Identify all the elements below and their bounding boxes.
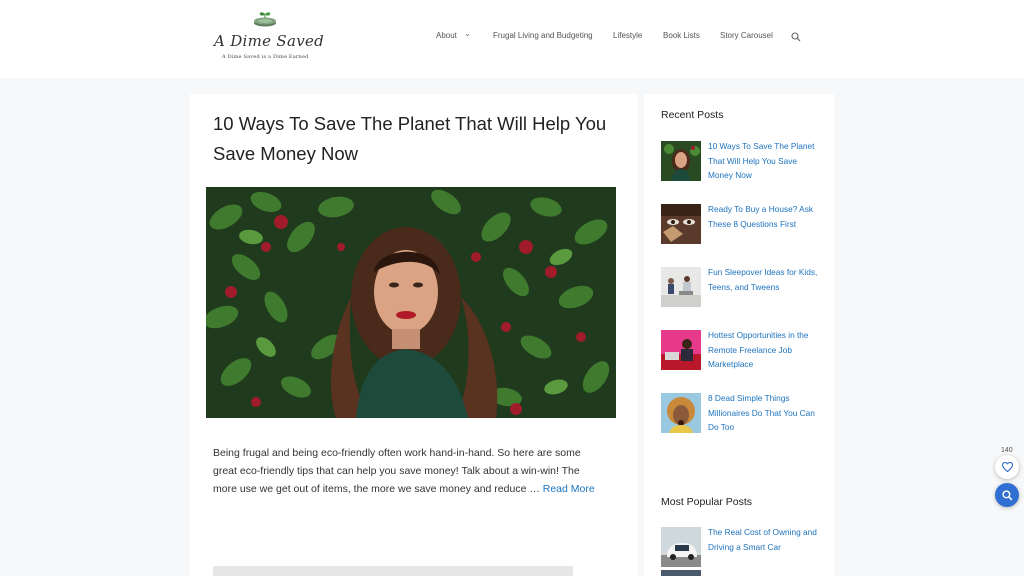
nav-item-book-lists[interactable]: Book Lists — [663, 31, 700, 40]
search-icon[interactable] — [791, 32, 801, 42]
recent-post-thumbnail[interactable] — [661, 141, 701, 181]
floating-search-button[interactable] — [995, 483, 1019, 507]
popular-post-item[interactable] — [661, 570, 821, 576]
recent-post-thumbnail[interactable] — [661, 204, 701, 244]
recent-post-item[interactable]: 10 Ways To Save The Planet That Will Hel… — [661, 141, 821, 183]
recent-post-thumbnail[interactable] — [661, 330, 701, 370]
like-button[interactable] — [995, 455, 1019, 479]
chevron-down-icon[interactable]: ⌄ — [464, 29, 471, 38]
recent-post-link[interactable]: Hottest Opportunities in the Remote Free… — [708, 328, 818, 372]
recent-posts-title: Recent Posts — [661, 109, 724, 121]
popular-post-item[interactable]: The Real Cost of Owning and Driving a Sm… — [661, 527, 821, 567]
nav-item-frugal-living[interactable]: Frugal Living and Budgeting — [493, 31, 593, 40]
popular-posts-title: Most Popular Posts — [661, 496, 753, 508]
popular-post-thumbnail[interactable] — [661, 527, 701, 567]
recent-post-item[interactable]: 8 Dead Simple Things Millionaires Do Tha… — [661, 393, 821, 435]
heart-icon — [1001, 462, 1013, 472]
read-more-link[interactable]: Read More — [543, 483, 595, 495]
post-excerpt: Being frugal and being eco-friendly ofte… — [213, 444, 605, 498]
recent-post-item[interactable]: Hottest Opportunities in the Remote Free… — [661, 330, 821, 372]
recent-post-thumbnail[interactable] — [661, 393, 701, 433]
popular-post-link[interactable]: The Real Cost of Owning and Driving a Sm… — [708, 525, 818, 554]
search-icon — [1001, 489, 1012, 500]
coin-plant-icon — [254, 12, 276, 27]
nav-item-lifestyle[interactable]: Lifestyle — [613, 31, 642, 40]
post-featured-image[interactable] — [206, 187, 616, 418]
recent-post-thumbnail[interactable] — [661, 267, 701, 307]
post-title[interactable]: 10 Ways To Save The Planet That Will Hel… — [213, 109, 613, 169]
nav-item-story-carousel[interactable]: Story Carousel — [720, 31, 773, 40]
logo-tagline: A Dime Saved is a Dime Earned — [222, 54, 309, 60]
recent-post-link[interactable]: Ready To Buy a House? Ask These 8 Questi… — [708, 202, 818, 231]
recent-post-link[interactable]: 8 Dead Simple Things Millionaires Do Tha… — [708, 391, 818, 435]
nav-item-about[interactable]: About — [436, 31, 457, 40]
excerpt-text: Being frugal and being eco-friendly ofte… — [213, 447, 581, 495]
logo-wordmark: A Dime Saved — [214, 32, 325, 50]
site-logo[interactable]: A Dime Saved A Dime Saved is a Dime Earn… — [214, 10, 324, 64]
like-count: 140 — [1001, 447, 1013, 454]
recent-post-link[interactable]: 10 Ways To Save The Planet That Will Hel… — [708, 139, 818, 183]
recent-post-item[interactable]: Fun Sleepover Ideas for Kids, Teens, and… — [661, 267, 821, 307]
next-post-title[interactable] — [213, 566, 613, 576]
popular-post-thumbnail[interactable] — [661, 570, 701, 576]
recent-post-item[interactable]: Ready To Buy a House? Ask These 8 Questi… — [661, 204, 821, 246]
recent-post-link[interactable]: Fun Sleepover Ideas for Kids, Teens, and… — [708, 265, 818, 294]
